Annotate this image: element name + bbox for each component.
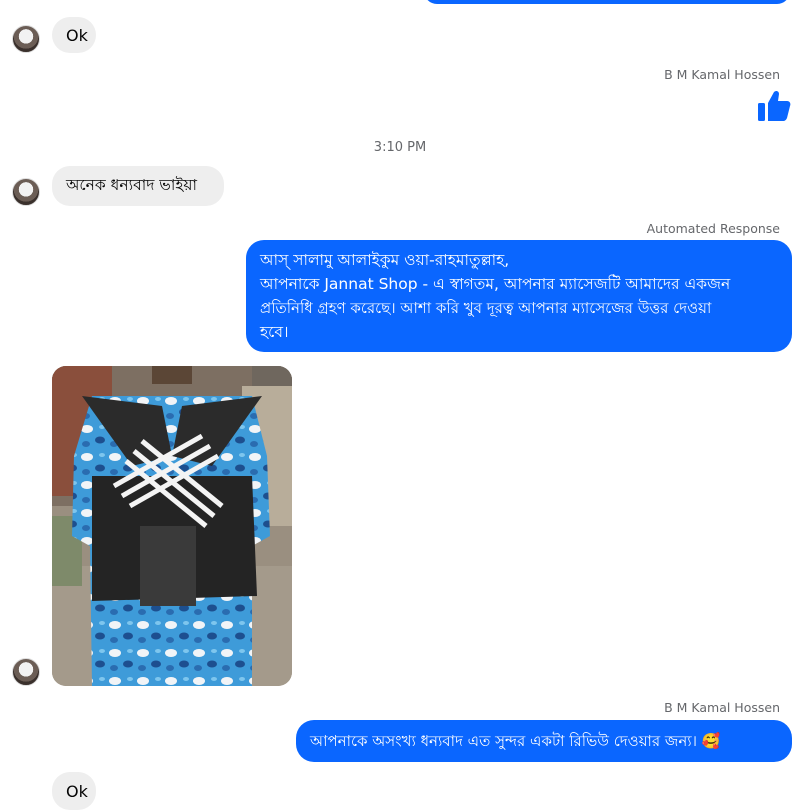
auto-reply-line: প্রতিনিধি গ্রহণ করেছে। আশা করি খুব দূরত্… <box>260 299 712 317</box>
message-bubble-ok[interactable]: Ok <box>52 17 96 53</box>
contact-avatar[interactable] <box>12 658 40 686</box>
sender-name: B M Kamal Hossen <box>664 67 780 82</box>
message-text: Ok <box>66 25 88 45</box>
contact-avatar[interactable] <box>12 25 40 53</box>
timestamp: 3:10 PM <box>373 140 427 155</box>
contact-avatar[interactable] <box>12 178 40 206</box>
auto-reply-line: আস্ সালামু আলাইকুম ওয়া-রাহমাতুল্লাহ, <box>260 251 510 269</box>
thumbs-up-icon[interactable] <box>756 88 792 124</box>
sender-name: B M Kamal Hossen <box>664 700 780 715</box>
automated-response-label: Automated Response <box>646 221 780 236</box>
message-text: অনেক ধন্যবাদ ভাইয়া <box>66 176 198 194</box>
photo-message[interactable] <box>52 366 292 686</box>
automated-reply-bubble[interactable]: আস্ সালামু আলাইকুম ওয়া-রাহমাতুল্লাহ, আপ… <box>246 240 792 352</box>
auto-reply-line: আপনাকে Jannat Shop - এ স্বাগতম, আপনার ম্… <box>260 275 731 293</box>
previous-outgoing-bubble[interactable] <box>424 0 790 4</box>
message-text: আপনাকে অসংখ্য ধন্যবাদ এত সুন্দর একটা রিভ… <box>310 732 721 750</box>
message-text: Ok <box>66 781 88 801</box>
auto-reply-line: হবে। <box>260 323 289 341</box>
message-bubble-ok[interactable]: Ok <box>52 772 96 810</box>
message-bubble-thanks[interactable]: অনেক ধন্যবাদ ভাইয়া <box>52 166 224 206</box>
thanks-reply-bubble[interactable]: আপনাকে অসংখ্য ধন্যবাদ এত সুন্দর একটা রিভ… <box>296 720 792 762</box>
